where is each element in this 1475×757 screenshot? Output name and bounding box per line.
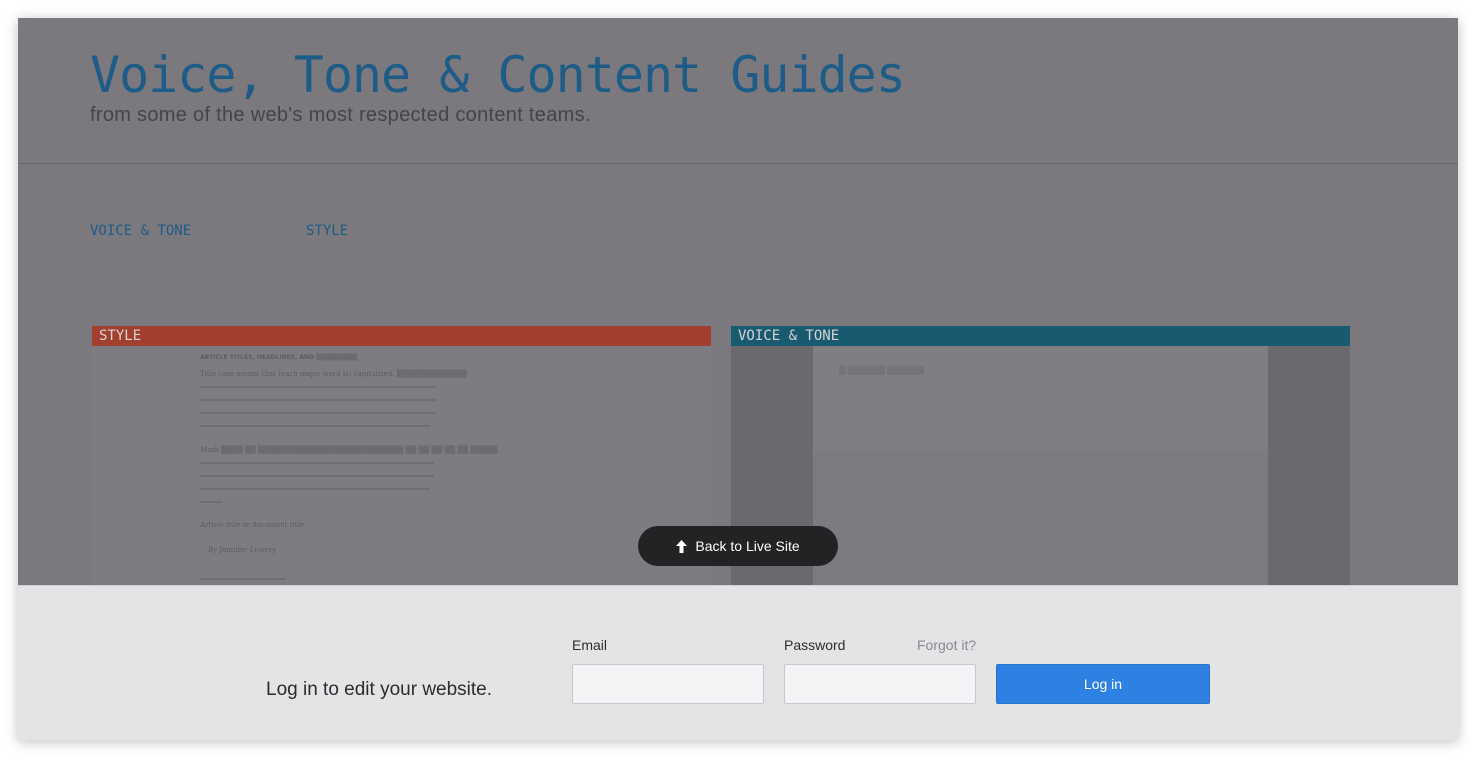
preview-text-rule — [200, 578, 286, 580]
site-title: Voice, Tone & Content Guides — [90, 46, 906, 104]
login-prompt: Log in to edit your website. — [266, 679, 493, 700]
card-label-voice-tone: VOICE & TONE — [731, 326, 1350, 346]
email-field[interactable] — [572, 664, 764, 704]
preview-text-rule — [200, 501, 222, 503]
preview-text-rule — [200, 412, 436, 414]
site-header: Voice, Tone & Content Guides from some o… — [18, 18, 1458, 164]
password-label: Password — [784, 637, 846, 653]
preview-text-rule — [200, 425, 430, 427]
nav-voice-tone[interactable]: VOICE & TONE — [90, 223, 191, 239]
preview-text-rule — [200, 488, 430, 490]
preview-line: Title case means that (each major word i… — [200, 370, 467, 378]
preview-text-rule — [200, 399, 436, 401]
password-field[interactable] — [784, 664, 976, 704]
login-panel: Log in to edit your website. Email Passw… — [18, 585, 1458, 740]
card-label-style: STYLE — [92, 326, 711, 346]
forgot-password-link[interactable]: Forgot it? — [917, 637, 976, 653]
preview-heading: ARTICLE TITLES, HEADLINES, AND ▒▒▒▒▒▒▒▒▒ — [200, 354, 358, 361]
preview-line: By Jennifer Lowery — [208, 546, 277, 554]
preview-top-panel — [813, 346, 1268, 450]
login-button[interactable]: Log in — [996, 664, 1210, 704]
style-guide-card[interactable]: STYLE ARTICLE TITLES, HEADLINES, AND ▒▒▒… — [92, 326, 711, 586]
site-subtitle: from some of the web's most respected co… — [90, 104, 591, 126]
preview-main-panel: ▒ ▒▒▒▒▒▒ ▒▒▒▒▒▒ — [813, 346, 1268, 586]
preview-line: Article title or document title — [200, 521, 304, 529]
browser-window: Voice, Tone & Content Guides from some o… — [18, 18, 1458, 740]
back-button-label: Back to Live Site — [695, 538, 800, 554]
email-label: Email — [572, 637, 608, 653]
preview-text-rule — [200, 462, 434, 464]
preview-text-rule — [200, 386, 436, 388]
preview-line: Mark ▒▒▒▒ ▒▒ ▒▒▒▒▒▒▒▒▒▒▒▒▒▒▒▒▒▒▒▒▒▒▒▒▒▒▒… — [200, 446, 500, 454]
back-to-live-site-button[interactable]: Back to Live Site — [638, 526, 838, 566]
preview-side-panel — [1268, 346, 1350, 586]
up-arrow-icon — [676, 539, 688, 553]
preview-text: ▒ ▒▒▒▒▒▒ ▒▒▒▒▒▒ — [839, 366, 925, 375]
nav-style[interactable]: STYLE — [306, 223, 348, 239]
preview-text-rule — [200, 475, 434, 477]
